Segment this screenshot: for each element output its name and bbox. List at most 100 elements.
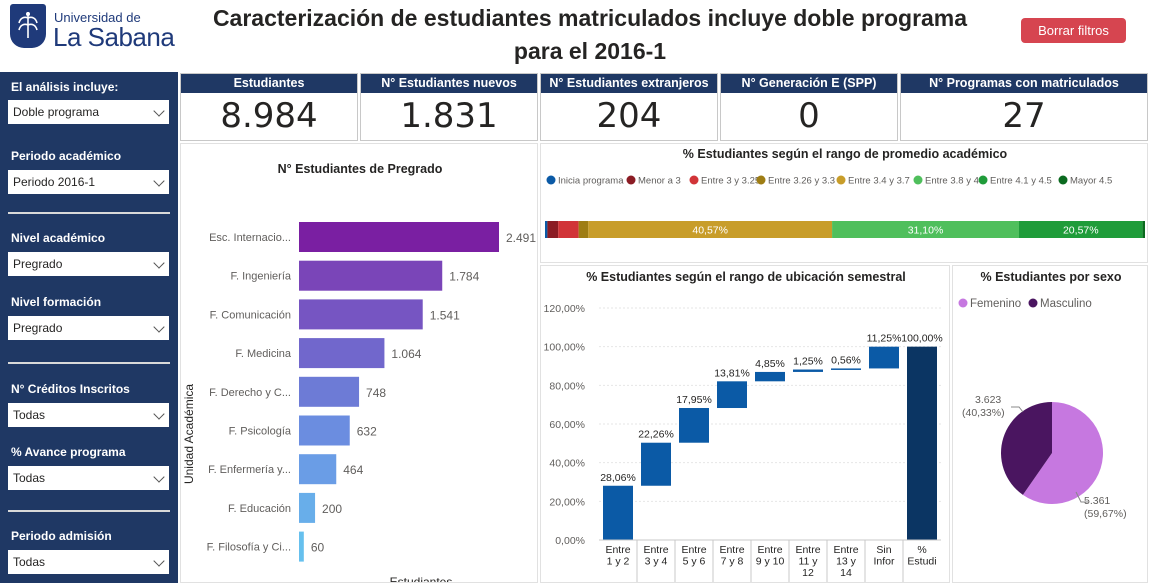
filter-label-progress: % Avance programa xyxy=(11,445,126,459)
bar xyxy=(299,299,423,330)
waterfall-bar xyxy=(793,369,823,372)
category-label: 9 y 10 xyxy=(756,556,785,568)
kpi-label: N° Programas con matriculados xyxy=(901,74,1147,93)
category-label: Entre xyxy=(833,544,858,556)
legend-label: Mayor 4.5 xyxy=(1070,176,1112,187)
category-label: % xyxy=(917,544,926,556)
semester-location-panel: % Estudiantes según el rango de ubicació… xyxy=(540,265,950,583)
kpi-value: 27 xyxy=(1002,96,1046,136)
filter-select-training-level[interactable]: Pregrado xyxy=(8,316,169,340)
y-tick-label: 100,00% xyxy=(544,342,585,354)
filter-select-analysis[interactable]: Doble programa xyxy=(8,100,169,124)
data-label: 200 xyxy=(322,502,342,516)
legend-marker xyxy=(626,175,636,185)
category-label: F. Educación xyxy=(228,503,291,515)
legend-label: Entre 4.1 y 4.5 xyxy=(990,176,1052,187)
filter-label-credits: N° Créditos Inscritos xyxy=(11,382,130,396)
data-label: 748 xyxy=(366,386,386,400)
data-label: 100,00% xyxy=(901,333,942,345)
waterfall-bar xyxy=(603,485,633,540)
bar xyxy=(299,338,385,369)
bar xyxy=(299,222,499,252)
y-axis-label: Unidad Académica xyxy=(182,384,196,484)
academic-average-panel: % Estudiantes según el rango de promedio… xyxy=(540,143,1148,263)
legend-marker xyxy=(689,175,699,185)
filter-select-credits[interactable]: Todas xyxy=(8,403,169,427)
category-label: Sin xyxy=(876,544,891,556)
filter-label-period: Periodo académico xyxy=(11,149,122,163)
bar xyxy=(299,376,360,407)
filter-value: Todas xyxy=(13,555,46,569)
clear-filters-button[interactable]: Borrar filtros xyxy=(1021,18,1126,43)
filter-value: Todas xyxy=(13,408,46,422)
category-label: Entre xyxy=(795,544,820,556)
legend-label: Menor a 3 xyxy=(638,176,681,187)
filter-value: Periodo 2016-1 xyxy=(13,175,96,189)
bar xyxy=(299,415,350,446)
bar xyxy=(299,260,443,291)
average-stacked-bar: Inicia programa Menor a 3 Entre 3 y 3.25 En… xyxy=(545,175,1145,238)
legend-label: Entre 3.4 y 3.7 xyxy=(848,176,910,187)
legend-marker xyxy=(756,175,766,185)
data-label: 17,95% xyxy=(676,394,712,406)
kpi-card-generation-e: N° Generación E (SPP) 0 xyxy=(720,73,898,141)
category-label: 3 y 4 xyxy=(645,556,668,568)
page-title: Caracterización de estudiantes matricula… xyxy=(212,5,968,64)
legend-marker xyxy=(913,175,923,185)
stack-segment xyxy=(558,221,579,238)
filter-select-academic-level[interactable]: Pregrado xyxy=(8,252,169,276)
filter-value: Doble programa xyxy=(13,105,100,119)
category-label: Entre xyxy=(719,544,744,556)
segment-label: 40,57% xyxy=(692,225,728,237)
chevron-down-icon xyxy=(153,175,165,187)
data-label: 2.491 xyxy=(506,231,536,245)
waterfall-bar xyxy=(679,408,709,443)
filter-label-academic-level: Nivel académico xyxy=(11,231,106,245)
category-label: 11 y xyxy=(798,556,818,568)
y-tick-label: 80,00% xyxy=(549,380,585,392)
kpi-label: N° Estudiantes nuevos xyxy=(361,74,537,93)
filter-select-progress[interactable]: Todas xyxy=(8,466,169,490)
kpi-value: 1.831 xyxy=(400,96,498,136)
category-label: F. Psicología xyxy=(229,426,292,438)
chevron-down-icon xyxy=(153,471,165,483)
filter-divider xyxy=(8,362,170,364)
category-label: 1 y 2 xyxy=(607,556,630,568)
kpi-label: Estudiantes xyxy=(181,74,357,93)
percent-label: (40,33%) xyxy=(962,407,1005,419)
sex-pie-chart: Femenino Masculino 3.623(40,33%) 5.361(59,6… xyxy=(958,298,1127,520)
filter-label-analysis: El análisis incluye: xyxy=(11,80,119,94)
waterfall-bar xyxy=(641,442,671,486)
kpi-card-new-students: N° Estudiantes nuevos 1.831 xyxy=(360,73,538,141)
legend-label: Masculino xyxy=(1040,298,1092,310)
kpi-label: N° Generación E (SPP) xyxy=(721,74,897,93)
filter-label-training-level: Nivel formación xyxy=(11,295,102,309)
stack-segment xyxy=(545,221,548,238)
kpi-card-students: Estudiantes 8.984 xyxy=(180,73,358,141)
filter-sidebar: El análisis incluye: Doble programa Peri… xyxy=(0,72,178,583)
kpi-value: 8.984 xyxy=(220,96,318,136)
legend-label: Entre 3 y 3.25 xyxy=(701,176,760,187)
category-label: 5 y 6 xyxy=(683,556,706,568)
filter-value: Pregrado xyxy=(13,257,63,271)
category-label: 13 y xyxy=(836,556,857,568)
category-label: Entre xyxy=(605,544,630,556)
legend-marker xyxy=(1028,298,1038,308)
chevron-down-icon xyxy=(153,408,165,420)
stack-segment xyxy=(578,221,589,238)
kpi-value: 0 xyxy=(798,96,820,136)
university-logo: Universidad de La Sabana xyxy=(10,4,175,52)
category-label: 12 xyxy=(802,567,814,579)
category-label: Entre xyxy=(757,544,782,556)
data-label: 60 xyxy=(311,541,325,555)
kpi-card-programs: N° Programas con matriculados 27 xyxy=(900,73,1148,141)
category-label: 7 y 8 xyxy=(721,556,744,568)
data-label: 28,06% xyxy=(600,472,636,484)
filter-select-admission[interactable]: Todas xyxy=(8,550,169,574)
data-label: 464 xyxy=(343,463,363,477)
category-label: F. Enfermería y... xyxy=(208,464,291,476)
filter-select-period[interactable]: Periodo 2016-1 xyxy=(8,170,169,194)
kpi-value: 204 xyxy=(596,96,662,136)
crest-icon xyxy=(10,4,46,48)
chevron-down-icon xyxy=(153,257,165,269)
